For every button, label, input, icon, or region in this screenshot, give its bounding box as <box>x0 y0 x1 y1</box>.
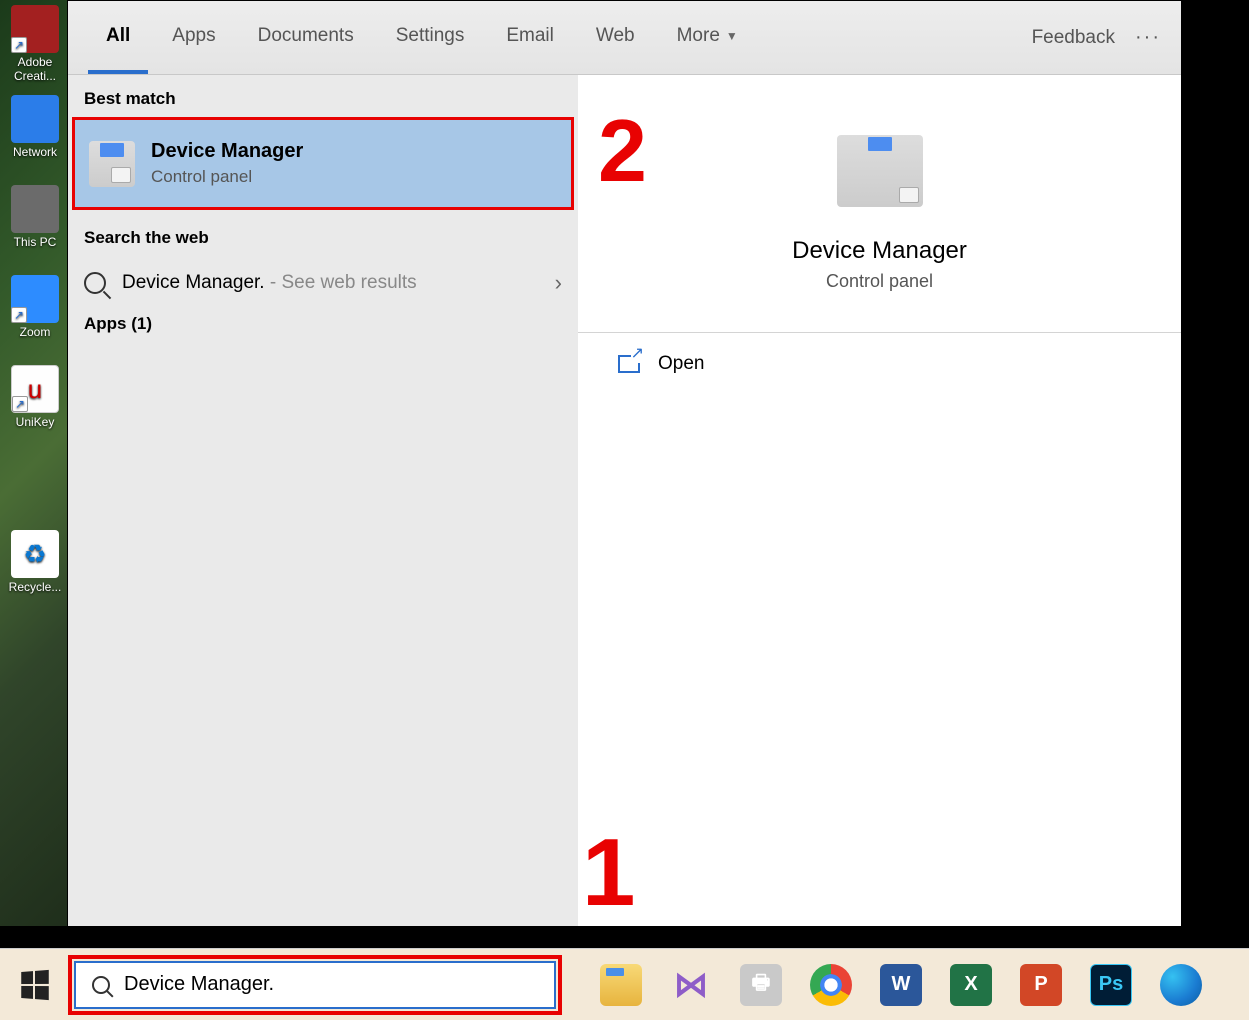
detail-title: Device Manager <box>792 237 967 265</box>
tab-label: Email <box>506 25 554 47</box>
open-label: Open <box>658 353 704 375</box>
device-manager-icon <box>89 141 135 187</box>
result-title: Device Manager <box>151 140 303 163</box>
desktop-icon-network[interactable]: Network <box>5 95 65 175</box>
windows-logo-icon <box>21 969 49 999</box>
search-input[interactable] <box>124 973 538 996</box>
desktop-icon-recycle[interactable]: ♻ Recycle... <box>5 530 65 610</box>
detail-column: Device Manager Control panel Open <box>578 75 1181 926</box>
edge-icon[interactable] <box>1160 964 1202 1006</box>
taskbar-search-box[interactable] <box>74 961 556 1009</box>
desktop-icon-label: UniKey <box>16 415 55 429</box>
detail-subtitle: Control panel <box>826 271 933 292</box>
tab-all[interactable]: All <box>88 2 148 74</box>
filter-tabs: All Apps Documents Settings Email Web Mo… <box>68 1 1181 75</box>
start-button[interactable] <box>6 957 62 1013</box>
desktop-icon-label: Zoom <box>20 325 51 339</box>
shortcut-arrow-icon: ↗ <box>11 37 27 53</box>
word-icon[interactable]: W <box>880 964 922 1006</box>
search-icon <box>84 272 106 294</box>
panel-content: Best match Device Manager Control panel … <box>68 75 1181 926</box>
printer-icon[interactable]: 🖶 <box>740 964 782 1006</box>
web-hint: - See web results <box>265 272 417 293</box>
desktop-icon-label: This PC <box>14 235 57 249</box>
recycle-bin-icon: ♻ <box>11 530 59 578</box>
tab-label: Settings <box>396 25 465 47</box>
visual-studio-icon[interactable]: ⋈ <box>670 964 712 1006</box>
desktop-icon-label: Network <box>13 145 57 159</box>
adobe-icon: ↗ <box>11 5 59 53</box>
results-column: Best match Device Manager Control panel … <box>68 75 578 926</box>
tab-label: Web <box>596 25 635 47</box>
more-options-button[interactable]: ··· <box>1135 26 1161 49</box>
shortcut-arrow-icon: ↗ <box>12 396 28 412</box>
search-web-label: Search the web <box>68 224 578 256</box>
desktop-icon-adobe[interactable]: ↗ Adobe Creati... <box>5 5 65 85</box>
taskbar: ⋈ 🖶 W X P Ps <box>0 948 1249 1020</box>
tab-label: Apps <box>172 25 215 47</box>
open-icon <box>618 355 640 373</box>
tab-more[interactable]: More ▼ <box>659 2 756 74</box>
powerpoint-icon[interactable]: P <box>1020 964 1062 1006</box>
tab-email[interactable]: Email <box>488 2 572 74</box>
chevron-right-icon[interactable]: › <box>555 270 562 296</box>
tab-settings[interactable]: Settings <box>378 2 483 74</box>
tabs-right: Feedback ··· <box>1032 26 1161 49</box>
best-match-label: Best match <box>68 85 578 117</box>
desktop-icon-unikey[interactable]: u↗ UniKey <box>5 365 65 445</box>
feedback-link[interactable]: Feedback <box>1032 27 1115 49</box>
tab-apps[interactable]: Apps <box>154 2 233 74</box>
photoshop-icon[interactable]: Ps <box>1090 964 1132 1006</box>
web-result-text: Device Manager. - See web results <box>122 272 539 294</box>
search-box-highlight <box>68 955 562 1015</box>
apps-section-label: Apps (1) <box>68 310 578 342</box>
result-subtitle: Control panel <box>151 167 303 187</box>
desktop-wallpaper: ↗ Adobe Creati... Network This PC ↗ Zoom… <box>0 0 70 926</box>
desktop-icon-zoom[interactable]: ↗ Zoom <box>5 275 65 355</box>
search-icon <box>92 976 110 994</box>
annotation-2: 2 <box>598 100 647 202</box>
web-result-item[interactable]: Device Manager. - See web results › <box>68 256 578 310</box>
best-match-result[interactable]: Device Manager Control panel <box>72 117 574 210</box>
device-manager-icon <box>837 135 923 207</box>
chevron-down-icon: ▼ <box>726 29 738 43</box>
taskbar-pinned-apps: ⋈ 🖶 W X P Ps <box>600 964 1202 1006</box>
result-text: Device Manager Control panel <box>151 140 303 187</box>
tab-label: More <box>677 25 720 47</box>
zoom-icon: ↗ <box>11 275 59 323</box>
excel-icon[interactable]: X <box>950 964 992 1006</box>
shortcut-arrow-icon: ↗ <box>11 307 27 323</box>
tab-label: All <box>106 25 130 47</box>
web-query: Device Manager. <box>122 272 265 293</box>
desktop-icon-label: Adobe Creati... <box>14 55 56 83</box>
network-icon <box>11 95 59 143</box>
file-explorer-icon[interactable] <box>600 964 642 1006</box>
tabs-left: All Apps Documents Settings Email Web Mo… <box>88 1 756 74</box>
device-manager-icon-large <box>837 135 923 207</box>
chrome-icon[interactable] <box>810 964 852 1006</box>
annotation-1: 1 <box>582 818 635 928</box>
tab-web[interactable]: Web <box>578 2 653 74</box>
tab-label: Documents <box>258 25 354 47</box>
desktop-icon-thispc[interactable]: This PC <box>5 185 65 265</box>
tab-documents[interactable]: Documents <box>240 2 372 74</box>
unikey-icon: u↗ <box>11 365 59 413</box>
pc-icon <box>11 185 59 233</box>
open-action[interactable]: Open <box>578 333 1181 395</box>
desktop-icon-label: Recycle... <box>9 580 62 594</box>
